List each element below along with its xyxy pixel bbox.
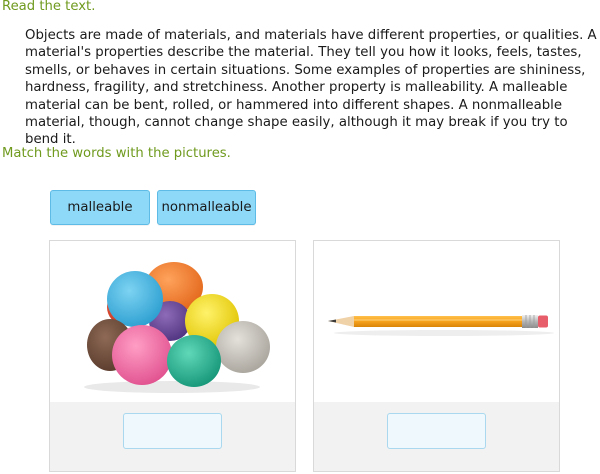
play-dough-balls-icon — [84, 262, 270, 393]
reading-passage: Objects are made of materials, and mater… — [25, 28, 597, 148]
card-footer — [50, 402, 295, 471]
word-tile-nonmalleable[interactable]: nonmalleable — [157, 190, 256, 225]
pencil-icon — [328, 315, 554, 336]
word-tile-malleable[interactable]: malleable — [50, 190, 150, 225]
picture-card-play-dough — [49, 240, 296, 472]
match-instruction: Match the words with the pictures. — [2, 146, 231, 161]
pencil-image — [314, 241, 559, 402]
play-dough-image — [50, 241, 295, 402]
card-footer — [314, 402, 559, 471]
drop-target-play-dough[interactable] — [123, 413, 222, 449]
picture-card-pencil — [313, 240, 560, 472]
read-instruction: Read the text. — [2, 0, 96, 14]
drop-target-pencil[interactable] — [387, 413, 486, 449]
